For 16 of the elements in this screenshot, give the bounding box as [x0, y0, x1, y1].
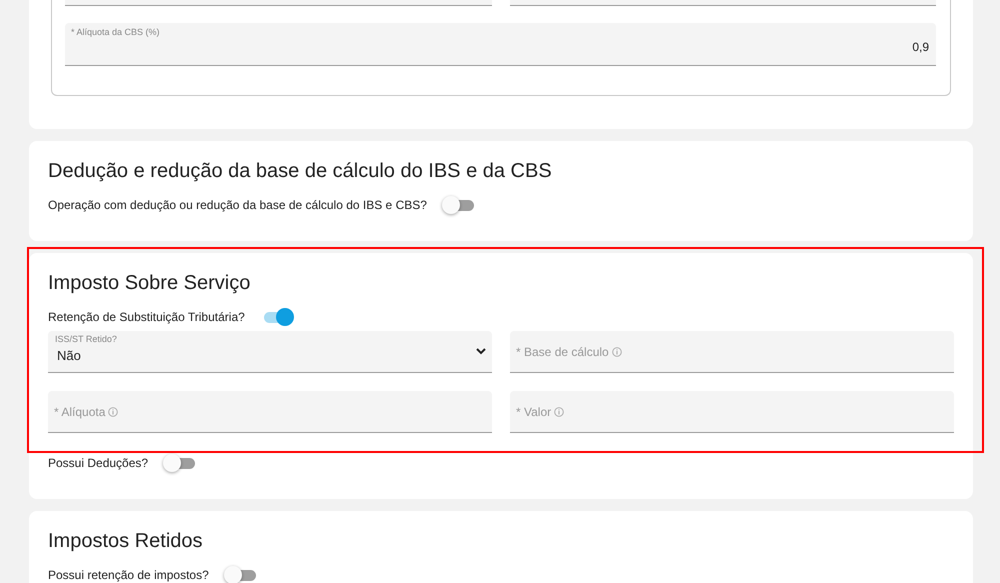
toggle-label: Possui retenção de impostos? — [48, 568, 209, 582]
select-field[interactable]: ISS/ST Retido? Não — [48, 331, 492, 373]
toggle-switch[interactable] — [224, 565, 258, 583]
toggle-switch[interactable] — [163, 453, 198, 473]
toggle-label: Possui Deduções? — [48, 456, 148, 470]
input-field[interactable]: * Alíquota da CBS (%) 0,9 — [65, 23, 936, 66]
toggle-label: Operação com dedução ou redução da base de cálculo do IBS e CBS? — [48, 198, 427, 212]
input-field[interactable]: * Valor — [510, 391, 954, 433]
toggle-switch[interactable] — [442, 195, 476, 215]
input-field[interactable]: * Base de cálculo — [510, 331, 954, 373]
toggle-label: Retenção de Substituição Tributária? — [48, 310, 245, 324]
section-title: Dedução e redução da base de cálculo do IBS e da CBS — [48, 159, 553, 183]
section-title: Imposto Sobre Serviço — [48, 271, 252, 295]
chevron-down-icon — [476, 348, 486, 355]
section-title: Impostos Retidos — [48, 529, 204, 553]
input-field[interactable]: * Alíquota — [48, 391, 492, 433]
